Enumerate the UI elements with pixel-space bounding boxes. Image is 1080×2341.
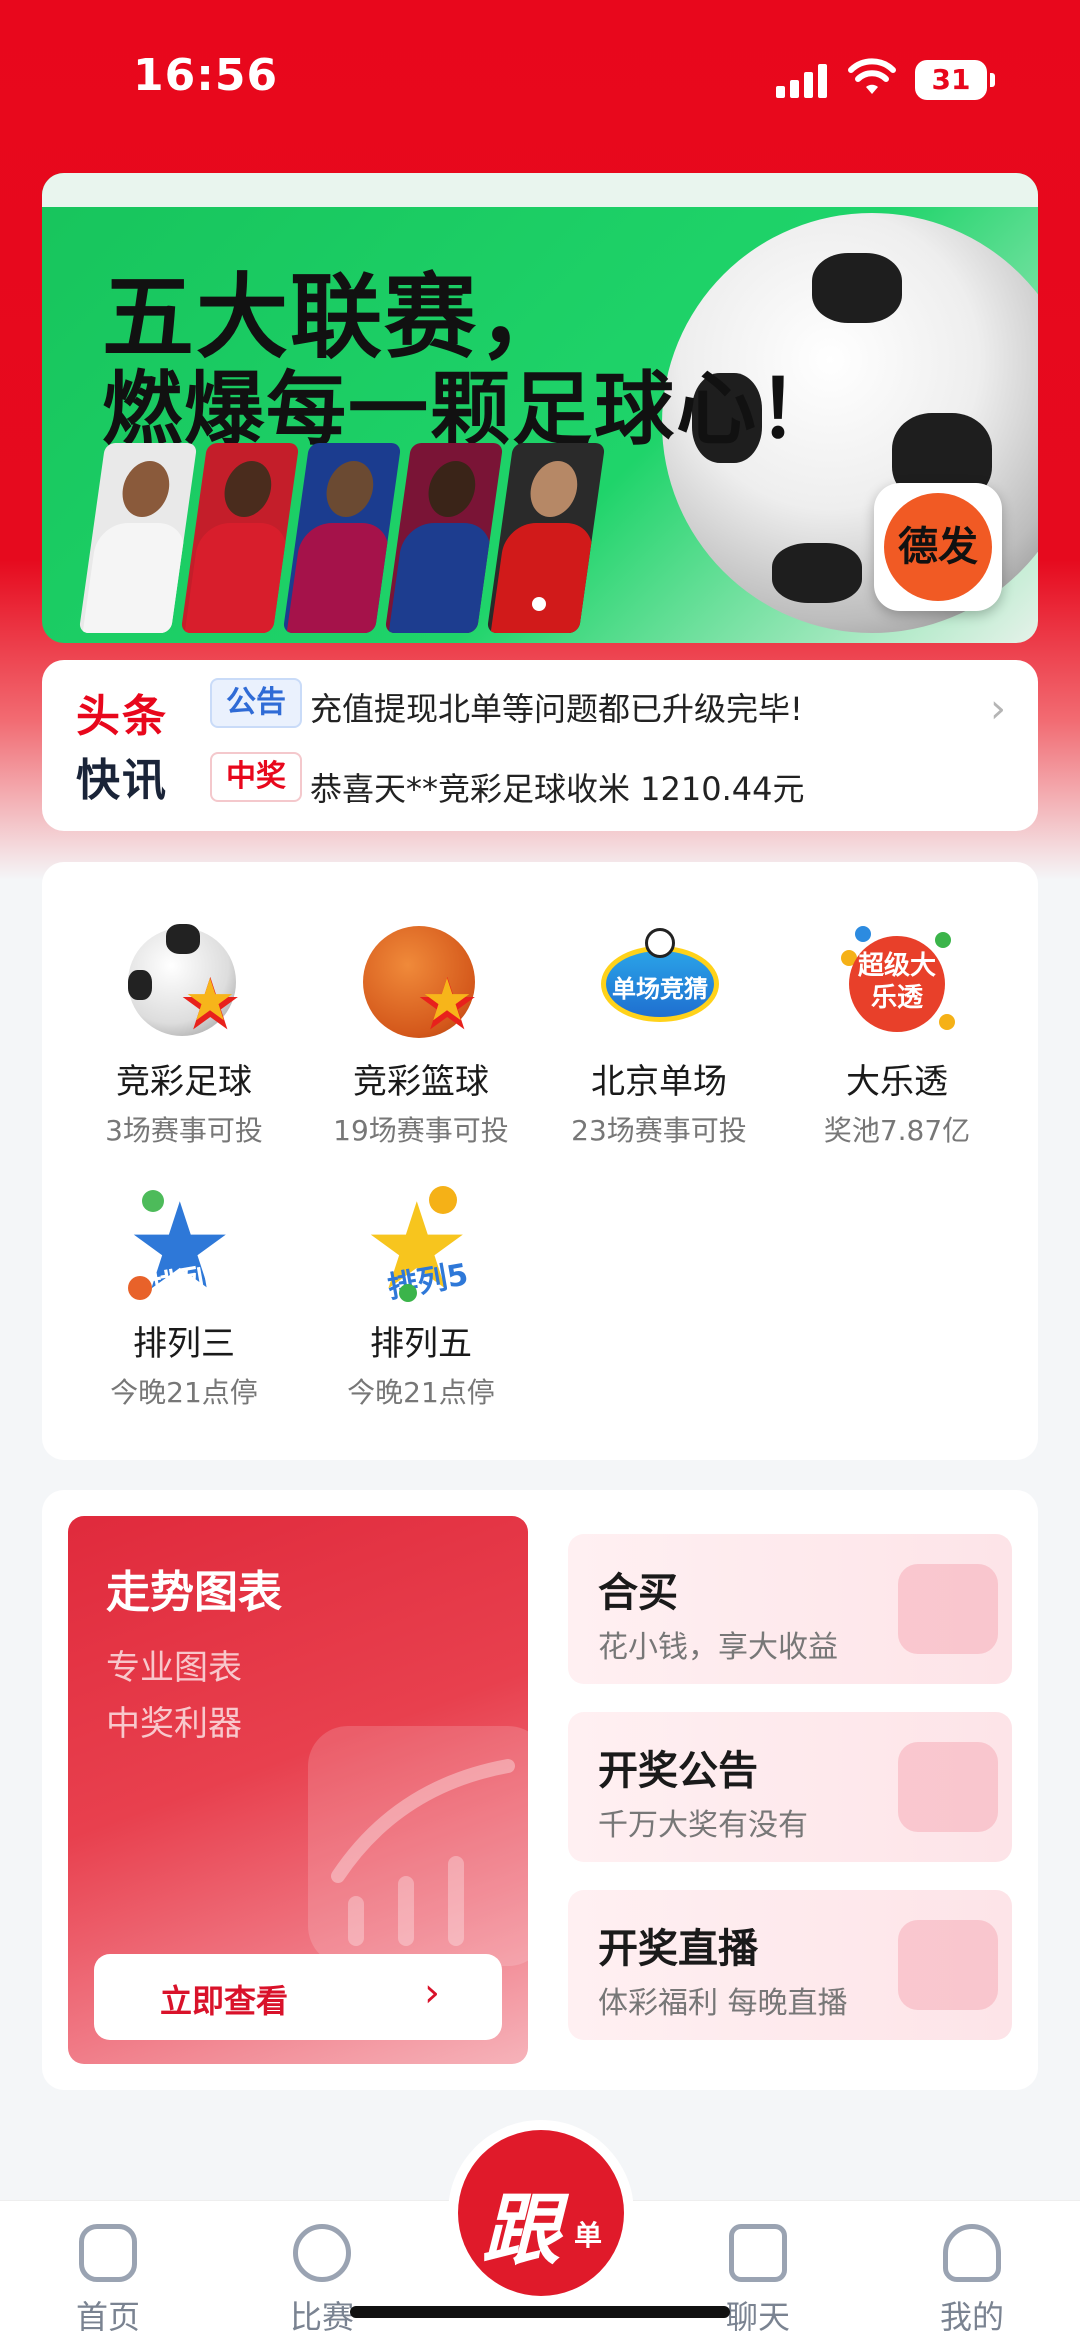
handshake-icon (898, 1564, 998, 1654)
pailie5-badge-text: 排列5 (385, 1257, 471, 1306)
lottery-name: 北京单场 (591, 1062, 727, 1102)
card-desc: 千万大奖有没有 (598, 1808, 808, 1843)
trend-circle-icon (293, 2224, 351, 2282)
follow-sub-label: 单 (574, 2219, 603, 2252)
notice-tag: 公告 (210, 678, 302, 728)
pailie5-icon: ★ 排列5 (359, 1184, 483, 1308)
card-title: 合买 (598, 1570, 678, 1616)
nav-home[interactable]: 首页 (48, 2224, 168, 2338)
nav-mine[interactable]: 我的 (912, 2224, 1032, 2338)
headline-label-2: 快讯 (76, 755, 168, 806)
beijing-badge-text: 单场竞猜 (612, 975, 708, 1003)
follow-main-label: 跟 (482, 2185, 561, 2276)
nav-match[interactable]: 比赛 (262, 2224, 382, 2338)
soccer-ball-icon: ★ ★ (122, 922, 246, 1046)
home-icon (79, 2224, 137, 2282)
lottery-item-superlotto[interactable]: 超级大乐透 大乐透 奖池7.87亿 (777, 922, 1017, 1149)
card-title: 开奖公告 (598, 1748, 758, 1794)
battery-icon: 31 (915, 60, 995, 100)
trend-title: 走势图表 (106, 1567, 282, 1618)
win-tag: 中奖 (210, 752, 302, 802)
headline-label-1: 头条 (76, 691, 168, 742)
group-buy-card[interactable]: 合买 花小钱，享大收益 (568, 1534, 1012, 1684)
basketball-icon: ★ ★ (359, 922, 483, 1046)
superlotto-badge-text: 超级大乐透 (857, 951, 936, 1013)
lottery-sub: 19场赛事可投 (333, 1114, 509, 1147)
trend-chart-card[interactable]: 走势图表 专业图表 中奖利器 立即查看 › (68, 1516, 528, 2064)
lottery-grid: ★ ★ 竞彩足球 3场赛事可投 ★ ★ 竞彩篮球 19场赛事可投 单场竞猜 北京单场… (42, 862, 1038, 1460)
banner-players-image (78, 443, 612, 643)
lottery-item-soccer[interactable]: ★ ★ 竞彩足球 3场赛事可投 (64, 922, 304, 1149)
trend-subtitle-1: 专业图表 (106, 1648, 242, 1688)
trend-subtitle-2: 中奖利器 (106, 1704, 242, 1744)
battery-level: 31 (931, 63, 971, 96)
brand-logo: 德发 (874, 483, 1002, 611)
chevron-right-icon: › (424, 1970, 440, 2016)
lottery-item-beijing[interactable]: 单场竞猜 北京单场 23场赛事可投 (539, 922, 779, 1149)
win-text[interactable]: 恭喜天**竞彩足球收米 1210.44元 (310, 764, 805, 804)
view-now-label: 立即查看 (160, 1982, 289, 2020)
lottery-sub: 今晚21点停 (110, 1376, 258, 1409)
lottery-name: 竞彩足球 (116, 1062, 252, 1102)
cellular-signal-icon (776, 62, 832, 98)
star-notice-icon (898, 1742, 998, 1832)
draw-notice-card[interactable]: 开奖公告 千万大奖有没有 (568, 1712, 1012, 1862)
video-camera-icon (898, 1920, 998, 2010)
promo-banner[interactable]: 五大联赛， 燃爆每一颗足球心！ 德发 (42, 173, 1038, 643)
nav-chat[interactable]: 聊天 (698, 2224, 818, 2338)
chart-trend-icon (308, 1726, 528, 1966)
feature-section: 走势图表 专业图表 中奖利器 立即查看 › 合买 花小钱，享大收益 开奖公告 千… (42, 1490, 1038, 2090)
status-bar: 16:56 31 (0, 0, 1080, 150)
lottery-item-pailie5[interactable]: ★ 排列5 排列五 今晚21点停 (301, 1184, 541, 1411)
wifi-icon (848, 58, 896, 94)
lottery-sub: 3场赛事可投 (105, 1114, 263, 1147)
nav-label: 首页 (75, 2298, 140, 2336)
lottery-sub: 23场赛事可投 (571, 1114, 747, 1147)
banner-stripe (42, 173, 1038, 207)
brand-logo-text: 德发 (898, 524, 978, 570)
chat-icon (729, 2224, 787, 2282)
lottery-name: 竞彩篮球 (353, 1062, 489, 1102)
follow-order-button[interactable]: 跟 单 (448, 2120, 634, 2306)
user-icon (943, 2224, 1001, 2282)
nav-label: 我的 (939, 2298, 1004, 2336)
lottery-name: 大乐透 (846, 1062, 948, 1102)
beijing-single-icon: 单场竞猜 (597, 922, 721, 1046)
banner-page-indicator (532, 597, 546, 611)
lottery-item-pailie3[interactable]: ★ 排列3 排列三 今晚21点停 (64, 1184, 304, 1411)
status-time: 16:56 (133, 50, 279, 101)
card-title: 开奖直播 (598, 1926, 758, 1972)
news-ticker[interactable]: 头条 快讯 公告 充值提现北单等问题都已升级完毕! 中奖 恭喜天**竞彩足球收米… (42, 660, 1038, 831)
notice-text[interactable]: 充值提现北单等问题都已升级完毕! (310, 684, 803, 730)
chevron-right-icon[interactable]: › (990, 686, 1006, 732)
card-desc: 花小钱，享大收益 (598, 1630, 838, 1665)
home-indicator[interactable] (350, 2306, 730, 2318)
lottery-item-basketball[interactable]: ★ ★ 竞彩篮球 19场赛事可投 (301, 922, 541, 1149)
lottery-sub: 今晚21点停 (347, 1376, 495, 1409)
pailie3-icon: ★ 排列3 (122, 1184, 246, 1308)
draw-live-card[interactable]: 开奖直播 体彩福利 每晚直播 (568, 1890, 1012, 2040)
super-lotto-icon: 超级大乐透 (835, 922, 959, 1046)
card-desc: 体彩福利 每晚直播 (598, 1986, 848, 2021)
lottery-sub: 奖池7.87亿 (823, 1114, 971, 1147)
view-now-button[interactable]: 立即查看 › (94, 1954, 502, 2040)
